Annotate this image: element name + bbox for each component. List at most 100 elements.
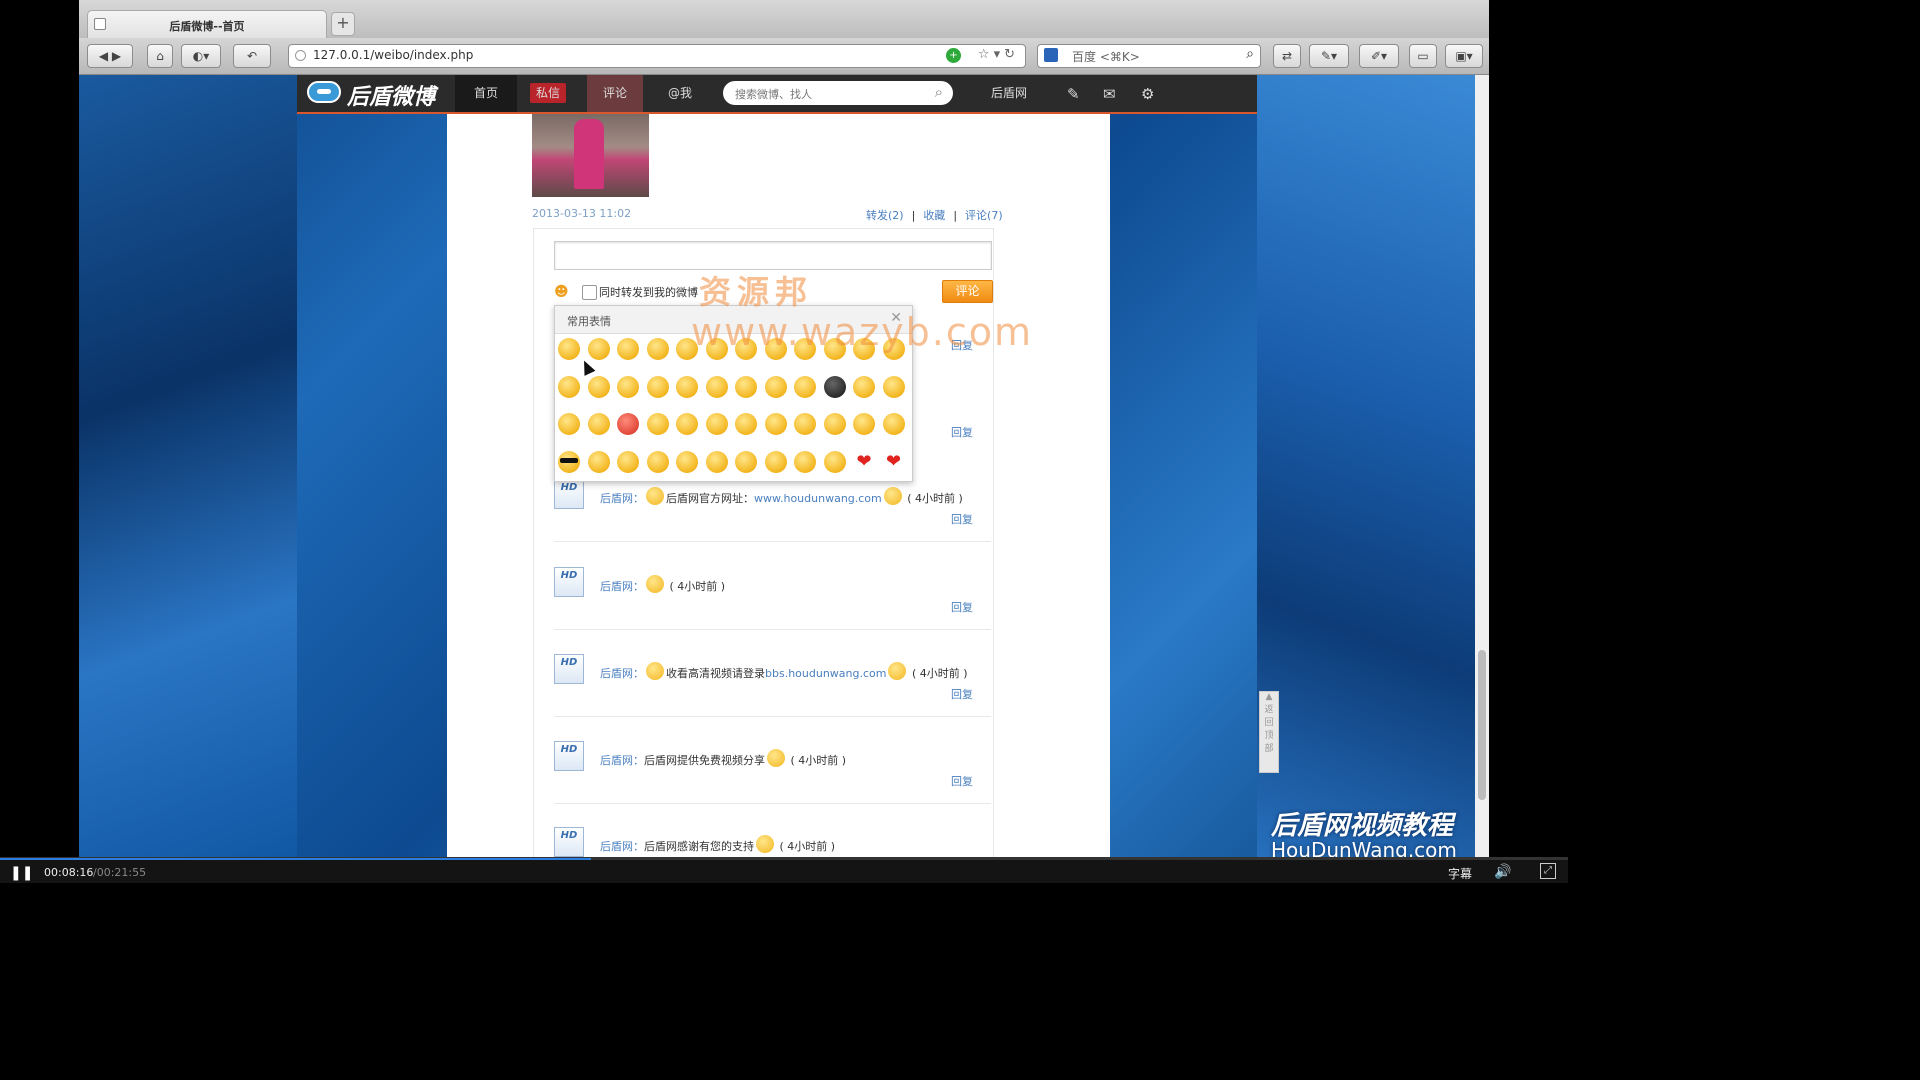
face-emoji-icon[interactable] <box>676 413 698 435</box>
face-emoji-icon[interactable] <box>705 375 728 398</box>
face-emoji-icon[interactable] <box>587 413 610 435</box>
face-emoji-icon[interactable] <box>646 375 669 398</box>
repost-link[interactable]: 转发(2) <box>866 209 904 222</box>
avatar[interactable]: HD <box>554 827 584 857</box>
scrollbar-thumb[interactable] <box>1478 650 1486 800</box>
face-emoji-icon[interactable] <box>617 375 639 398</box>
site-search-input[interactable]: 搜索微博、找人 ⌕ <box>723 81 953 105</box>
favorite-link[interactable]: 收藏 <box>923 209 945 222</box>
reply-link[interactable]: 回复 <box>951 686 973 702</box>
face-emoji-icon[interactable] <box>764 413 787 435</box>
search-icon[interactable]: ⌕ <box>1246 46 1254 62</box>
home-icon[interactable]: ⌂ <box>147 44 173 68</box>
new-tab-button[interactable]: + <box>331 12 355 36</box>
note-icon[interactable]: ▭ <box>1409 44 1437 68</box>
face-emoji-icon[interactable] <box>735 413 757 435</box>
comment-author[interactable]: 后盾网： <box>600 840 644 853</box>
comment-author[interactable]: 后盾网： <box>600 754 644 767</box>
face-emoji-icon[interactable] <box>882 375 905 398</box>
go-icon[interactable]: + <box>946 48 961 63</box>
nav-username[interactable]: 后盾网 <box>987 75 1031 112</box>
comment-author[interactable]: 后盾网： <box>600 492 644 505</box>
progress-track[interactable] <box>0 858 1568 860</box>
reply-link[interactable]: 回复 <box>951 773 973 789</box>
face-emoji-icon[interactable] <box>617 338 639 360</box>
face-emoji-icon[interactable] <box>705 413 728 435</box>
address-bar[interactable]: 127.0.0.1/weibo/index.php + ☆▾↻ <box>288 44 1026 68</box>
face-emoji-icon[interactable] <box>676 375 698 398</box>
face-emoji-icon[interactable] <box>587 450 610 473</box>
window-icon[interactable]: ▣▾ <box>1445 44 1483 68</box>
fullscreen-icon[interactable]: ⤢ <box>1540 863 1556 879</box>
face-emoji-icon[interactable] <box>617 413 639 435</box>
comment-author[interactable]: 后盾网： <box>600 667 644 680</box>
face-emoji-icon[interactable] <box>794 450 816 473</box>
face-emoji-icon[interactable] <box>558 450 580 473</box>
subtitle-button[interactable]: 字幕 <box>1448 865 1472 882</box>
face-emoji-icon[interactable] <box>764 450 787 473</box>
face-emoji-icon[interactable] <box>823 375 846 398</box>
submit-comment-button[interactable]: 评论 <box>942 280 993 303</box>
share-icon[interactable]: ◐▾ <box>181 44 221 68</box>
heart-emoji-icon[interactable]: ❤ <box>883 451 905 473</box>
compose-icon[interactable]: ✎ <box>1067 85 1080 103</box>
face-emoji-icon[interactable] <box>882 413 905 435</box>
mail-icon[interactable]: ✉ <box>1103 85 1116 103</box>
face-emoji-icon[interactable] <box>705 450 728 473</box>
reply-link[interactable]: 回复 <box>951 599 973 615</box>
face-emoji-icon[interactable] <box>558 338 580 360</box>
comment-link[interactable]: www.houdunwang.com <box>754 492 882 505</box>
face-emoji-icon[interactable] <box>823 413 846 435</box>
gear-icon[interactable]: ⚙ <box>1141 85 1154 103</box>
translate-icon[interactable]: ⇄ <box>1273 44 1301 68</box>
repost-checkbox[interactable] <box>582 285 597 300</box>
browser-search-box[interactable]: 百度 <⌘K> ⌕ <box>1037 44 1261 68</box>
page-scrollbar[interactable] <box>1475 75 1489 857</box>
face-emoji-icon[interactable] <box>735 375 757 398</box>
reply-link[interactable]: 回复 <box>951 511 973 527</box>
face-emoji-icon[interactable] <box>735 450 757 473</box>
nav-at-me[interactable]: @我 <box>655 75 705 112</box>
volume-icon[interactable]: 🔊 <box>1494 864 1511 880</box>
face-emoji-icon[interactable] <box>646 450 669 473</box>
comment-author[interactable]: 后盾网： <box>600 580 644 593</box>
reply-link[interactable]: 回复 <box>951 424 973 440</box>
avatar[interactable]: HD <box>554 654 584 684</box>
face-emoji-icon[interactable] <box>676 450 698 473</box>
nav-home[interactable]: 首页 <box>455 75 517 112</box>
tools-icon[interactable]: ✐▾ <box>1359 44 1399 68</box>
comment-input[interactable] <box>554 241 992 270</box>
face-emoji-icon[interactable] <box>823 450 846 473</box>
face-emoji-icon[interactable] <box>794 375 816 398</box>
bookmark-reload-icon[interactable]: ☆▾↻ <box>978 47 1019 62</box>
face-emoji-icon[interactable] <box>764 375 787 398</box>
avatar[interactable]: HD <box>554 741 584 771</box>
face-emoji-icon[interactable] <box>646 413 669 435</box>
comment-link[interactable]: bbs.houdunwang.com <box>765 667 886 680</box>
avatar[interactable]: HD <box>554 479 584 509</box>
face-emoji-icon[interactable] <box>853 413 875 435</box>
face-emoji-icon[interactable] <box>587 375 610 398</box>
face-emoji-icon[interactable] <box>794 413 816 435</box>
post-timestamp[interactable]: 2013-03-13 11:02 <box>532 207 631 220</box>
back-forward-buttons[interactable]: ◀ ▶ <box>87 44 133 68</box>
nav-messages[interactable]: 私信 <box>530 75 566 112</box>
face-emoji-icon[interactable] <box>558 375 580 398</box>
browser-tab[interactable]: 后盾微博--首页 <box>87 10 327 39</box>
post-image[interactable] <box>532 114 649 197</box>
heart-emoji-icon[interactable]: ❤ <box>853 451 875 473</box>
history-icon[interactable]: ↶ <box>233 44 271 68</box>
emoji-icon[interactable]: ☻ <box>554 284 569 300</box>
back-to-top-button[interactable]: ▲ 返回顶部 <box>1259 691 1279 773</box>
face-emoji-icon[interactable] <box>646 338 669 360</box>
face-emoji-icon[interactable] <box>617 450 639 473</box>
search-icon[interactable]: ⌕ <box>935 83 943 101</box>
face-emoji-icon[interactable] <box>853 375 875 398</box>
comment-link[interactable]: 评论(7) <box>965 209 1003 222</box>
search-engine-icon[interactable] <box>1044 48 1058 62</box>
face-emoji-icon[interactable] <box>558 413 580 435</box>
avatar[interactable]: HD <box>554 567 584 597</box>
extension-icon[interactable]: ✎▾ <box>1309 44 1349 68</box>
face-emoji-icon[interactable] <box>587 338 610 360</box>
nav-comments[interactable]: 评论 <box>587 75 643 112</box>
